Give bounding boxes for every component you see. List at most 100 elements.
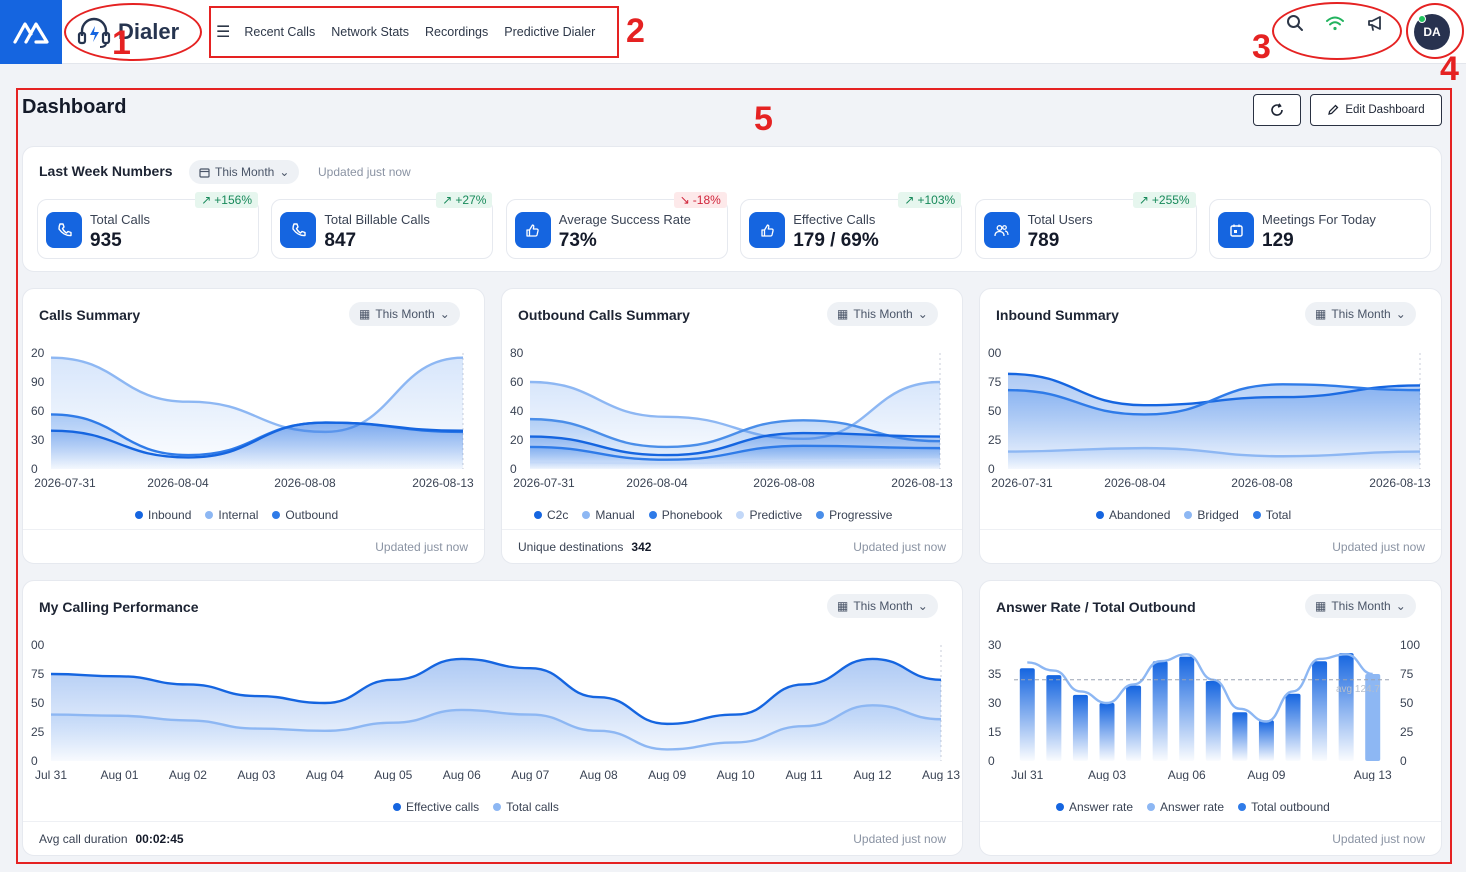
legend-item[interactable]: Answer rate bbox=[1056, 800, 1133, 814]
kpi-label: Meetings For Today bbox=[1262, 212, 1376, 227]
legend-item[interactable]: Inbound bbox=[135, 508, 191, 522]
bar-4[interactable] bbox=[1099, 703, 1115, 761]
bar-5[interactable] bbox=[1126, 685, 1142, 761]
kpi-label: Total Billable Calls bbox=[324, 212, 430, 227]
period-label: This Month bbox=[853, 307, 913, 321]
x-tick-label: Aug 03 bbox=[1088, 768, 1126, 781]
legend-item[interactable]: Bridged bbox=[1184, 508, 1239, 522]
legend-label: Progressive bbox=[829, 508, 893, 522]
legend-item[interactable]: Progressive bbox=[816, 508, 892, 522]
legend-marker bbox=[272, 511, 281, 519]
period-label: This Month bbox=[1331, 599, 1391, 613]
period-selector[interactable]: ▦ This Month ⌄ bbox=[1305, 594, 1416, 618]
phone-icon bbox=[46, 212, 82, 248]
card-title: Calls Summary bbox=[39, 307, 141, 323]
x-tick-label: Aug 02 bbox=[169, 768, 207, 781]
period-selector[interactable]: ▦ This Month ⌄ bbox=[827, 302, 938, 326]
bar-13[interactable] bbox=[1338, 653, 1354, 761]
legend-item[interactable]: Total calls bbox=[493, 800, 559, 814]
y-tick-label: 40 bbox=[510, 404, 524, 418]
legend-item[interactable]: Abandoned bbox=[1096, 508, 1170, 522]
period-selector[interactable]: This Month ⌄ bbox=[189, 160, 300, 184]
y-left-tick-label: 15 bbox=[988, 725, 1002, 739]
bar-10[interactable] bbox=[1258, 720, 1274, 761]
y-right-tick-label: 50 bbox=[1400, 696, 1414, 710]
logo-mark-icon bbox=[13, 22, 49, 44]
users-icon bbox=[983, 212, 1020, 248]
legend-item[interactable]: Internal bbox=[205, 508, 258, 522]
legend-item[interactable]: Total bbox=[1252, 508, 1291, 522]
bar-12[interactable] bbox=[1312, 661, 1328, 761]
edit-dashboard-button[interactable]: Edit Dashboard bbox=[1310, 94, 1442, 126]
bar-9[interactable] bbox=[1232, 712, 1248, 761]
calendar-icon: ▦ bbox=[1315, 307, 1327, 321]
y-tick-label: 60 bbox=[31, 404, 45, 418]
x-tick-label: 2026-08-13 bbox=[1369, 476, 1431, 489]
period-label: This Month bbox=[1331, 307, 1391, 321]
legend-label: Abandoned bbox=[1109, 508, 1171, 522]
legend-item[interactable]: Phonebook bbox=[648, 508, 722, 522]
bar-6[interactable] bbox=[1152, 661, 1168, 761]
edit-dashboard-label: Edit Dashboard bbox=[1345, 104, 1425, 116]
bar-3[interactable] bbox=[1072, 694, 1088, 761]
bar-1[interactable] bbox=[1019, 668, 1035, 761]
legend-label: Manual bbox=[595, 508, 635, 522]
updated-text: Updated just now bbox=[1332, 832, 1425, 846]
inbound-summary-card: Inbound Summary ▦ This Month ⌄ 00 75 50 25 0… bbox=[979, 288, 1442, 564]
y-left-tick-label: 30 bbox=[988, 638, 1002, 652]
kpi-value: 935 bbox=[90, 230, 122, 251]
legend-label: Internal bbox=[218, 508, 259, 522]
calendar-icon bbox=[1218, 212, 1254, 248]
footer-label: Avg call duration bbox=[39, 832, 128, 846]
card-title: Outbound Calls Summary bbox=[518, 307, 690, 323]
x-tick-label: Aug 06 bbox=[443, 768, 481, 781]
y-tick-label: 30 bbox=[31, 433, 45, 447]
bar-11[interactable] bbox=[1285, 693, 1301, 761]
period-selector[interactable]: ▦ This Month ⌄ bbox=[1305, 302, 1416, 326]
legend-item[interactable]: Outbound bbox=[272, 508, 338, 522]
updated-text: Updated just now bbox=[853, 540, 946, 554]
x-tick-label: Aug 13 bbox=[922, 768, 960, 781]
y-tick-label: 75 bbox=[988, 375, 1002, 389]
legend-item[interactable]: Predictive bbox=[736, 508, 802, 522]
app-logo[interactable] bbox=[0, 0, 62, 64]
y-tick-label: 00 bbox=[988, 346, 1002, 360]
x-tick-label: Aug 01 bbox=[100, 768, 138, 781]
bar-2[interactable] bbox=[1046, 675, 1062, 761]
refresh-button[interactable] bbox=[1253, 94, 1301, 126]
y-tick-label: 00 bbox=[31, 638, 45, 652]
inbound-summary-chart: 00 75 50 25 02026-07-31 2026-08-04 2026-08-08 2… bbox=[988, 346, 1431, 489]
legend-label: Inbound bbox=[148, 508, 192, 522]
annotation-label-5: 5 bbox=[754, 100, 773, 138]
kpi-value: 847 bbox=[324, 230, 357, 251]
y-left-tick-label: 35 bbox=[988, 667, 1002, 681]
kpi-card: Meetings For Today 129 bbox=[1209, 199, 1431, 259]
legend-item[interactable]: Manual bbox=[582, 508, 635, 522]
legend-item[interactable]: Answer rate bbox=[1147, 800, 1224, 814]
bar-8[interactable] bbox=[1205, 680, 1221, 761]
y-tick-label: 50 bbox=[988, 404, 1002, 418]
period-selector[interactable]: ▦ This Month ⌄ bbox=[827, 594, 938, 618]
x-tick-label: Aug 11 bbox=[785, 768, 822, 781]
x-tick-label: 2026-08-13 bbox=[891, 476, 953, 489]
period-selector[interactable]: ▦ This Month ⌄ bbox=[349, 302, 460, 326]
x-tick-label: 2026-08-08 bbox=[753, 476, 815, 489]
legend-item[interactable]: Effective calls bbox=[393, 800, 479, 814]
bar-7[interactable] bbox=[1179, 656, 1195, 761]
legend-label: Outbound bbox=[285, 508, 339, 522]
y-left-tick-label: 0 bbox=[988, 754, 995, 768]
x-tick-label: 2026-07-31 bbox=[34, 476, 96, 489]
x-tick-label: Aug 05 bbox=[374, 768, 412, 781]
kpi-change-value: -18% bbox=[692, 193, 721, 207]
y-tick-label: 80 bbox=[510, 346, 524, 360]
average-label: avg 124.7 bbox=[1336, 684, 1380, 695]
page-title: Dashboard bbox=[22, 96, 127, 118]
trend-up-icon: ↗ bbox=[1138, 193, 1149, 207]
kpi-change-badge: ↗ +27% bbox=[436, 192, 493, 208]
legend-item[interactable]: C2c bbox=[534, 508, 568, 522]
kpi-change-badge: ↗ +255% bbox=[1132, 192, 1196, 208]
legend-item[interactable]: Total outbound bbox=[1238, 800, 1330, 814]
x-tick-label: Aug 08 bbox=[580, 768, 618, 781]
thumbs-up-icon bbox=[749, 212, 786, 248]
legend-marker bbox=[534, 511, 542, 519]
